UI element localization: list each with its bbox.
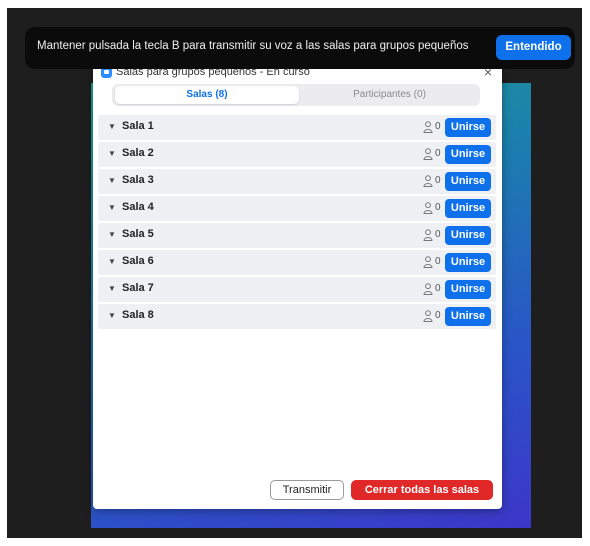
room-row[interactable]: ▼ Sala 5 0 Unirse: [98, 223, 496, 248]
breakout-rooms-dialog: Salas para grupos pequeños - En curso × …: [93, 64, 502, 509]
participant-count: 0: [435, 202, 441, 213]
room-name: Sala 4: [122, 201, 154, 213]
participant-count: 0: [435, 175, 441, 186]
join-button[interactable]: Unirse: [445, 307, 491, 326]
join-button[interactable]: Unirse: [445, 118, 491, 137]
broadcast-button[interactable]: Transmitir: [270, 480, 344, 500]
room-name: Sala 3: [122, 174, 154, 186]
room-name: Sala 7: [122, 282, 154, 294]
room-name: Sala 2: [122, 147, 154, 159]
got-it-button[interactable]: Entendido: [496, 35, 571, 60]
participant-count: 0: [435, 121, 441, 132]
join-button[interactable]: Unirse: [445, 172, 491, 191]
person-icon: [423, 175, 433, 187]
room-name: Sala 1: [122, 120, 154, 132]
caret-down-icon[interactable]: ▼: [108, 149, 116, 158]
room-row[interactable]: ▼ Sala 1 0 Unirse: [98, 115, 496, 140]
participant-count: 0: [435, 310, 441, 321]
tab-bar: Salas (8) Participantes (0): [112, 84, 480, 106]
person-icon: [423, 256, 433, 268]
participant-count: 0: [435, 148, 441, 159]
room-row[interactable]: ▼ Sala 6 0 Unirse: [98, 250, 496, 275]
room-name: Sala 6: [122, 255, 154, 267]
caret-down-icon[interactable]: ▼: [108, 230, 116, 239]
join-button[interactable]: Unirse: [445, 145, 491, 164]
join-button[interactable]: Unirse: [445, 199, 491, 218]
room-name: Sala 8: [122, 309, 154, 321]
person-icon: [423, 148, 433, 160]
tab-rooms[interactable]: Salas (8): [115, 86, 299, 104]
participant-count: 0: [435, 283, 441, 294]
join-button[interactable]: Unirse: [445, 226, 491, 245]
caret-down-icon[interactable]: ▼: [108, 311, 116, 320]
join-button[interactable]: Unirse: [445, 280, 491, 299]
room-row[interactable]: ▼ Sala 2 0 Unirse: [98, 142, 496, 167]
caret-down-icon[interactable]: ▼: [108, 122, 116, 131]
person-icon: [423, 202, 433, 214]
person-icon: [423, 283, 433, 295]
tip-banner: Mantener pulsada la tecla B para transmi…: [25, 27, 575, 69]
room-row[interactable]: ▼ Sala 4 0 Unirse: [98, 196, 496, 221]
person-icon: [423, 229, 433, 241]
room-row[interactable]: ▼ Sala 3 0 Unirse: [98, 169, 496, 194]
caret-down-icon[interactable]: ▼: [108, 257, 116, 266]
caret-down-icon[interactable]: ▼: [108, 176, 116, 185]
caret-down-icon[interactable]: ▼: [108, 203, 116, 212]
caret-down-icon[interactable]: ▼: [108, 284, 116, 293]
room-name: Sala 5: [122, 228, 154, 240]
person-icon: [423, 121, 433, 133]
room-row[interactable]: ▼ Sala 7 0 Unirse: [98, 277, 496, 302]
room-row[interactable]: ▼ Sala 8 0 Unirse: [98, 304, 496, 329]
participant-count: 0: [435, 256, 441, 267]
close-all-rooms-button[interactable]: Cerrar todas las salas: [351, 480, 493, 500]
person-icon: [423, 310, 433, 322]
banner-message: Mantener pulsada la tecla B para transmi…: [37, 40, 469, 52]
room-list: ▼ Sala 1 0 Unirse ▼ Sala 2 0 Unirse ▼ Sa…: [98, 115, 496, 331]
participant-count: 0: [435, 229, 441, 240]
tab-participants[interactable]: Participantes (0): [302, 86, 477, 104]
join-button[interactable]: Unirse: [445, 253, 491, 272]
